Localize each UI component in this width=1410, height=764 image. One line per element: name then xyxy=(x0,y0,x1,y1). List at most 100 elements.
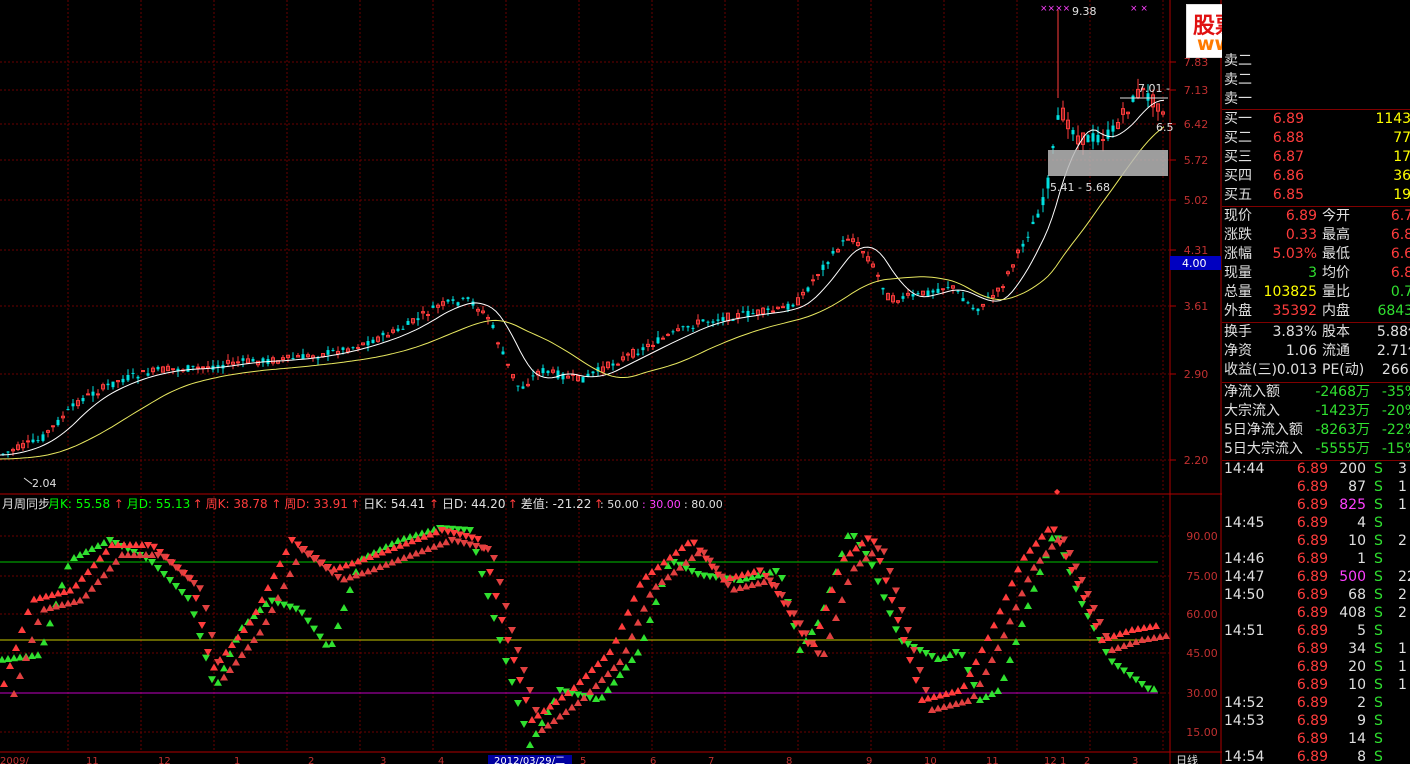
tick-row[interactable]: 6.89 408 S 2 xyxy=(1222,604,1410,623)
weekly-series-arrow-up xyxy=(210,663,218,671)
weekly-series-arrow-up xyxy=(1008,579,1016,587)
daily-series-arrow-up xyxy=(238,651,246,658)
indicator-series[interactable] xyxy=(0,525,1170,748)
weekly-series-arrow-down xyxy=(906,657,914,664)
date-label: 2012/03/29/二 xyxy=(494,756,565,764)
sell-level-row[interactable]: 卖二 xyxy=(1222,71,1410,90)
quote-row[interactable]: 现价 6.89 今开 6.76 xyxy=(1222,207,1410,226)
tick-row[interactable]: 6.89 34 S 1 xyxy=(1222,640,1410,659)
buy-level-row[interactable]: 买二 6.88 771 xyxy=(1222,129,1410,148)
weekly-series-arrow-down xyxy=(888,597,896,604)
weekly-series-arrow-up xyxy=(24,608,32,615)
weekly-series-arrow-down xyxy=(486,569,494,576)
tick-row[interactable]: 14:51 6.89 5 S xyxy=(1222,622,1410,641)
candle-body-down xyxy=(156,367,160,370)
buy-level-row[interactable]: 买三 6.87 170 xyxy=(1222,148,1410,167)
daily-series-arrow-up xyxy=(1018,589,1026,597)
candle-body-down xyxy=(1131,95,1135,102)
monthly-series-arrow-down xyxy=(772,568,780,575)
price-candles[interactable] xyxy=(1,10,1165,458)
buy-level-row[interactable]: 买四 6.86 364 xyxy=(1222,167,1410,186)
buy-level-row[interactable]: 买五 6.85 191 xyxy=(1222,186,1410,205)
candle-body-up xyxy=(236,361,240,364)
daily-series-arrow-up xyxy=(736,584,744,591)
monthly-series-arrow-up xyxy=(100,539,108,546)
weekly-series-arrow-up xyxy=(924,694,932,702)
quote-row[interactable]: 涨跌 0.33 最高 6.89 xyxy=(1222,226,1410,245)
daily-series-arrow-up xyxy=(40,605,48,613)
candle-body-down xyxy=(416,318,420,321)
quote-row[interactable]: 换手 3.83% 股本 5.88亿 xyxy=(1222,323,1410,342)
daily-series-arrow-up xyxy=(1042,549,1050,557)
candle-body-down xyxy=(341,347,345,350)
tick-row[interactable]: 6.89 14 S xyxy=(1222,730,1410,749)
sell-level-row[interactable]: 卖二 xyxy=(1222,52,1410,71)
tick-row[interactable]: 6.89 10 S 2 xyxy=(1222,532,1410,551)
monthly-series-arrow-down xyxy=(1126,672,1134,679)
candle-body-down xyxy=(786,303,790,310)
tick-row[interactable]: 6.89 20 S 1 xyxy=(1222,658,1410,677)
quote-row[interactable]: 外盘 35392 内盘 68433 xyxy=(1222,302,1410,321)
monthly-series-arrow-down xyxy=(304,617,312,625)
daily-series-arrow-up xyxy=(1126,640,1134,647)
quote-row[interactable]: 现量 3 均价 6.82 xyxy=(1222,264,1410,283)
quote-row[interactable]: 净资 1.06 流通 2.71亿 xyxy=(1222,342,1410,361)
sell-level-row[interactable]: 卖一 xyxy=(1222,90,1410,109)
weekly-series-arrow-up xyxy=(42,592,50,600)
monthly-series-arrow-up xyxy=(646,616,654,623)
tick-row[interactable]: 14:54 6.89 8 S xyxy=(1222,748,1410,764)
low-pointer xyxy=(23,477,33,485)
tick-row[interactable]: 14:47 6.89 500 S 22 xyxy=(1222,568,1410,587)
daily-series-arrow-down xyxy=(448,537,456,544)
tick-row[interactable]: 6.89 825 S 1 xyxy=(1222,496,1410,515)
tick-row[interactable]: 14:45 6.89 4 S xyxy=(1222,514,1410,533)
buy-price: 6.89 xyxy=(1272,111,1304,127)
weekly-series-arrow-up xyxy=(744,569,752,577)
tick-price: 6.89 xyxy=(1296,515,1328,531)
tick-row[interactable]: 14:52 6.89 2 S xyxy=(1222,694,1410,713)
daily-series-arrow-down xyxy=(880,548,888,556)
quote-row[interactable]: 收益(三)0.013 PE(动) 266.3 xyxy=(1222,361,1410,380)
daily-series-arrow-up xyxy=(1030,563,1038,571)
daily-series-arrow-down xyxy=(466,541,474,549)
tick-row[interactable]: 14:46 6.89 1 S xyxy=(1222,550,1410,569)
weekly-series-arrow-down xyxy=(192,595,200,602)
flow-row[interactable]: 5日大宗流入 -5555万 -15% xyxy=(1222,440,1410,459)
tick-row[interactable]: 6.89 10 S 1 xyxy=(1222,676,1410,695)
candle-body-down xyxy=(1021,243,1025,247)
tick-row[interactable]: 14:53 6.89 9 S xyxy=(1222,712,1410,731)
candle-body-up xyxy=(816,274,820,277)
indicator-tick-label: 75.00 xyxy=(1186,570,1218,583)
flow-row[interactable]: 净流入额 -2468万 -35% xyxy=(1222,383,1410,402)
quote-value: 6.89 xyxy=(1285,208,1317,224)
weekly-series-arrow-up xyxy=(996,607,1004,615)
quote-row[interactable]: 涨幅 5.03% 最低 6.61 xyxy=(1222,245,1410,264)
monthly-series-arrow-up xyxy=(634,648,642,656)
daily-series-arrow-up xyxy=(868,549,876,557)
weekly-series-arrow-up xyxy=(582,672,590,679)
candle-body-up xyxy=(651,344,655,347)
tick-row[interactable]: 14:44 6.89 200 S 3 xyxy=(1222,460,1410,479)
weekly-series-arrow-up xyxy=(570,684,578,691)
quote-label: 现量 xyxy=(1224,265,1252,281)
tick-volume: 10 xyxy=(1348,677,1366,693)
monthly-series-arrow-up xyxy=(46,619,54,627)
candle-body-up xyxy=(941,288,945,291)
quote-row[interactable]: 总量 103825 量比 0.79 xyxy=(1222,283,1410,302)
date-label: 5 xyxy=(580,756,586,764)
chart-area[interactable]: 7.837.136.425.725.024.313.612.902.204.00… xyxy=(0,0,1410,764)
tick-row[interactable]: 6.89 87 S 1 xyxy=(1222,478,1410,497)
buy-level-row[interactable]: 买一 6.89 11437 xyxy=(1222,110,1410,129)
flow-value: -5555万 xyxy=(1315,441,1370,457)
marker-icons: ⨯ ⨯ xyxy=(1130,4,1148,14)
moving-averages xyxy=(0,99,1165,460)
flow-row[interactable]: 大宗流入 -1423万 -20% xyxy=(1222,402,1410,421)
flow-row[interactable]: 5日净流入额 -8263万 -22% xyxy=(1222,421,1410,440)
candle-body-down xyxy=(36,440,40,442)
date-label: 12 xyxy=(1044,756,1057,764)
tick-row[interactable]: 14:50 6.89 68 S 2 xyxy=(1222,586,1410,605)
weekly-series-arrow-down xyxy=(516,677,524,684)
tick-extra: 1 xyxy=(1398,479,1407,495)
date-label: 2009/ xyxy=(0,756,29,764)
tick-side: S xyxy=(1374,731,1383,747)
